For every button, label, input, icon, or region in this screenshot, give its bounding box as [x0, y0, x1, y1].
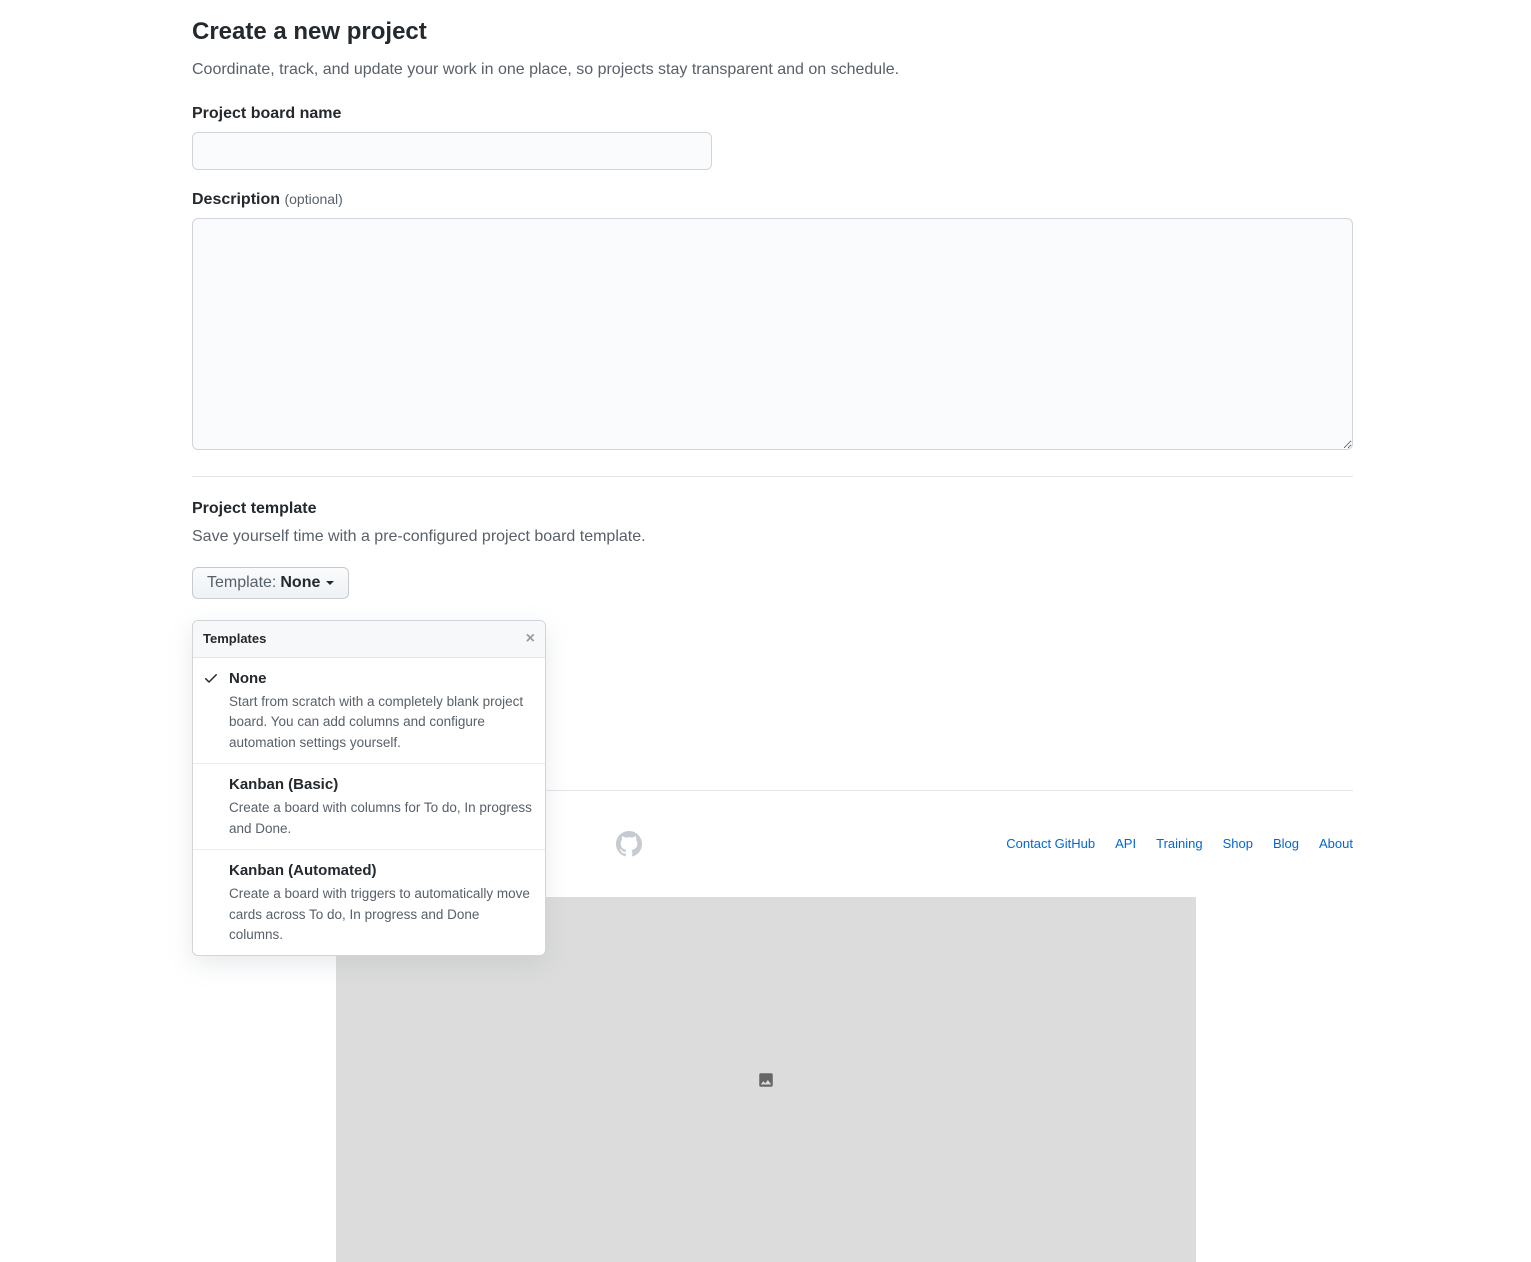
template-section-desc: Save yourself time with a pre-configured…	[192, 525, 1353, 549]
template-option-title: Kanban (Automated)	[229, 860, 533, 883]
template-button-prefix: Template:	[207, 574, 276, 592]
template-section-title: Project template	[192, 497, 1353, 521]
dropdown-header-title: Templates	[203, 629, 266, 649]
template-dropdown-button[interactable]: Template: None	[192, 567, 349, 599]
template-option-desc: Create a board with columns for To do, I…	[229, 798, 533, 839]
footer-link-api[interactable]: API	[1115, 834, 1136, 854]
footer-link-about[interactable]: About	[1319, 834, 1353, 854]
footer-link-shop[interactable]: Shop	[1223, 834, 1253, 854]
page-subtitle: Coordinate, track, and update your work …	[192, 58, 1353, 82]
description-label: Description (optional)	[192, 188, 1353, 212]
project-name-input[interactable]	[192, 132, 712, 170]
close-icon[interactable]: ×	[526, 631, 535, 647]
template-option-kanban-basic[interactable]: Kanban (Basic) Create a board with colum…	[193, 764, 545, 850]
description-textarea[interactable]	[192, 218, 1353, 450]
description-optional: (optional)	[284, 191, 342, 207]
template-option-title: Kanban (Basic)	[229, 774, 533, 797]
page-title: Create a new project	[192, 14, 1353, 50]
footer-link-training[interactable]: Training	[1156, 834, 1202, 854]
footer-right: Contact GitHub API Training Shop Blog Ab…	[1006, 834, 1353, 854]
template-option-desc: Create a board with triggers to automati…	[229, 884, 533, 945]
broken-image-icon	[757, 1071, 775, 1089]
template-button-value: None	[280, 574, 320, 592]
footer-link-contact[interactable]: Contact GitHub	[1006, 834, 1095, 854]
template-option-kanban-automated[interactable]: Kanban (Automated) Create a board with t…	[193, 850, 545, 955]
description-label-text: Description	[192, 191, 280, 208]
caret-down-icon	[326, 581, 334, 585]
template-option-desc: Start from scratch with a completely bla…	[229, 692, 533, 753]
name-label: Project board name	[192, 102, 1353, 126]
template-dropdown: Templates × None Start from scratch with…	[192, 620, 546, 956]
check-icon	[203, 670, 219, 686]
footer-link-blog[interactable]: Blog	[1273, 834, 1299, 854]
github-logo-icon	[616, 831, 642, 857]
divider	[192, 476, 1353, 477]
dropdown-header: Templates ×	[193, 621, 545, 658]
template-option-title: None	[229, 668, 533, 691]
template-option-none[interactable]: None Start from scratch with a completel…	[193, 658, 545, 764]
